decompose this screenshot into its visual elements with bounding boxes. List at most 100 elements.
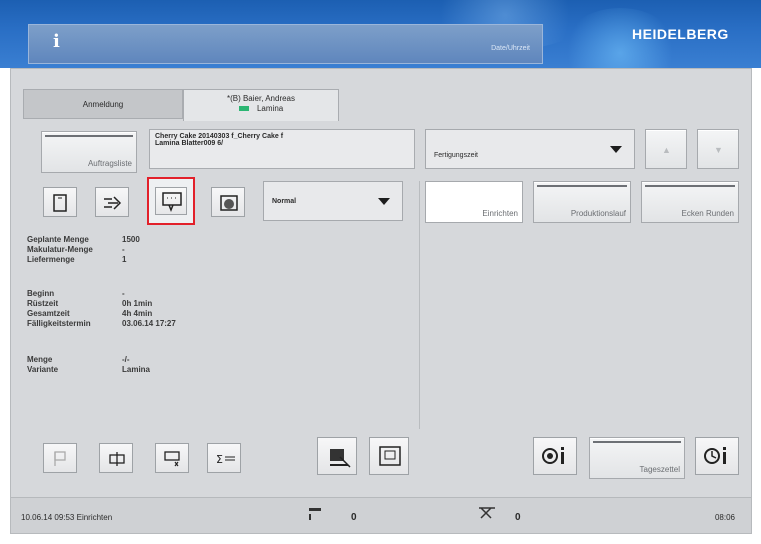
clock-info-icon (704, 447, 726, 464)
feed-arrows-icon (104, 196, 122, 210)
job-line-2: Lamina Blatter009 6/ (155, 140, 224, 147)
time-type-value: Fertigungszeit (434, 152, 478, 159)
detail-value: 4h 4min (122, 309, 153, 318)
waste-scale-icon (330, 449, 351, 468)
job-info-field: Cherry Cake 20140303 f_Cherry Cake f Lam… (149, 129, 415, 169)
stack-button[interactable] (369, 437, 409, 475)
mode-dropdown[interactable]: Normal (263, 181, 403, 221)
waste-button[interactable] (317, 437, 357, 475)
tageszettel-button[interactable]: Tageszettel (589, 437, 685, 479)
tool-button-4[interactable]: Σ (207, 443, 241, 473)
waste-counter-value: 0 (515, 512, 521, 523)
detail-value: - (122, 289, 125, 298)
status-indicator (238, 106, 249, 112)
button-top-line (645, 185, 735, 187)
phase-button-produktionslauf[interactable]: Produktionslauf (533, 181, 631, 223)
tageszettel-label: Tageszettel (639, 465, 680, 474)
info-icon: i (53, 31, 60, 52)
splice-icon (109, 452, 125, 466)
main-panel: Anmeldung *(B) Baier, Andreas Lamina Auf… (10, 68, 752, 534)
detail-row: Fälligkeitstermin 03.06.14 17:27 (27, 319, 176, 329)
mode-value: Normal (272, 198, 297, 205)
sum-icon: Σ (216, 453, 235, 466)
chevron-down-icon: ▼ (714, 145, 723, 155)
job-card-button[interactable] (43, 187, 77, 217)
svg-text:Σ: Σ (216, 453, 223, 466)
machine-info-button[interactable] (533, 437, 577, 475)
status-bar: 10.06.14 09:53 Einrichten 0 0 08:06 (11, 497, 751, 533)
detail-key: Beginn (27, 289, 55, 298)
detail-key: Rüstzeit (27, 299, 59, 308)
button-top-line (593, 441, 681, 443)
detail-value: 03.06.14 17:27 (122, 319, 176, 328)
detail-key: Liefermenge (27, 255, 75, 264)
tab-label: Anmeldung (82, 100, 124, 109)
time-type-dropdown[interactable]: Fertigungszeit (425, 129, 635, 169)
phase-label: Ecken Runden (681, 209, 734, 218)
detail-key: Geplante Menge (27, 235, 89, 244)
phase-label: Einrichten (482, 209, 518, 218)
sheet-icon (164, 451, 180, 467)
operator-shift: Lamina (184, 104, 338, 113)
chevron-up-icon: ▲ (662, 145, 671, 155)
button-top-line (45, 135, 133, 137)
gauge-icon (220, 195, 238, 211)
machine-info-icon (542, 447, 564, 464)
app-header: i Date/Uhrzeit HEIDELBERG (0, 0, 761, 98)
detail-row: Menge -/- (27, 355, 150, 365)
time-details: Beginn - Rüstzeit 0h 1min Gesamtzeit 4h 4mi… (27, 289, 176, 329)
scroll-up-button[interactable]: ▲ (645, 129, 687, 169)
sheet-counter-icon (309, 508, 321, 520)
date-time-label: Date/Uhrzeit (491, 45, 530, 52)
chevron-down-icon (378, 198, 390, 205)
tab-anmeldung[interactable]: Anmeldung (23, 89, 183, 119)
phase-label: Produktionslauf (570, 209, 626, 218)
tool-button[interactable] (211, 187, 245, 217)
job-list-button[interactable]: Auftragsliste (41, 131, 137, 173)
scroll-down-button[interactable]: ▼ (697, 129, 739, 169)
variant-details: Menge -/- Variante Lamina (27, 355, 150, 375)
detail-value: 0h 1min (122, 299, 153, 308)
comment-icon (162, 192, 182, 213)
detail-row: Variante Lamina (27, 365, 150, 375)
message-button-face (155, 187, 187, 215)
tool-button-3[interactable] (155, 443, 189, 473)
detail-value: 1500 (122, 235, 140, 244)
status-time: 08:06 (714, 513, 735, 522)
phase-button-einrichten[interactable]: Einrichten (425, 181, 523, 223)
detail-row: Gesamtzeit 4h 4min (27, 309, 176, 319)
detail-value: 1 (122, 255, 127, 264)
detail-row: Geplante Menge 1500 (27, 235, 140, 245)
feed-button[interactable] (95, 187, 129, 217)
detail-row: Liefermenge 1 (27, 255, 140, 265)
waste-counter-icon (479, 507, 495, 519)
job-line-1: Cherry Cake 20140303 f_Cherry Cake f (155, 133, 284, 140)
job-list-label: Auftragsliste (87, 159, 132, 168)
operator-name: *(B) Baier, Andreas (226, 94, 296, 103)
flag-icon (54, 451, 66, 466)
time-info-button[interactable] (695, 437, 739, 475)
message-button-selected[interactable] (147, 177, 195, 225)
detail-row: Beginn - (27, 289, 176, 299)
status-left-text: 10.06.14 09:53 Einrichten (21, 513, 113, 522)
detail-value: Lamina (122, 365, 151, 374)
quantity-details: Geplante Menge 1500 Makulatur-Menge - Lief… (27, 235, 140, 265)
sheet-counter-value: 0 (351, 512, 357, 523)
brand-logo: HEIDELBERG (632, 26, 729, 42)
document-icon (53, 194, 67, 212)
operator-sub-label: Lamina (256, 104, 284, 113)
detail-row: Makulatur-Menge - (27, 245, 140, 255)
info-bar[interactable]: i Date/Uhrzeit (28, 24, 543, 64)
tool-button-1[interactable] (43, 443, 77, 473)
section-divider (419, 181, 420, 429)
stack-icon (379, 446, 401, 466)
button-top-line (429, 185, 519, 187)
phase-button-ecken-runden[interactable]: Ecken Runden (641, 181, 739, 223)
detail-key: Menge (27, 355, 53, 364)
tab-operator[interactable]: *(B) Baier, Andreas Lamina (183, 89, 339, 121)
detail-value: - (122, 245, 125, 254)
detail-key: Fälligkeitstermin (27, 319, 91, 328)
tool-button-2[interactable] (99, 443, 133, 473)
detail-key: Makulatur-Menge (27, 245, 93, 254)
button-top-line (537, 185, 627, 187)
